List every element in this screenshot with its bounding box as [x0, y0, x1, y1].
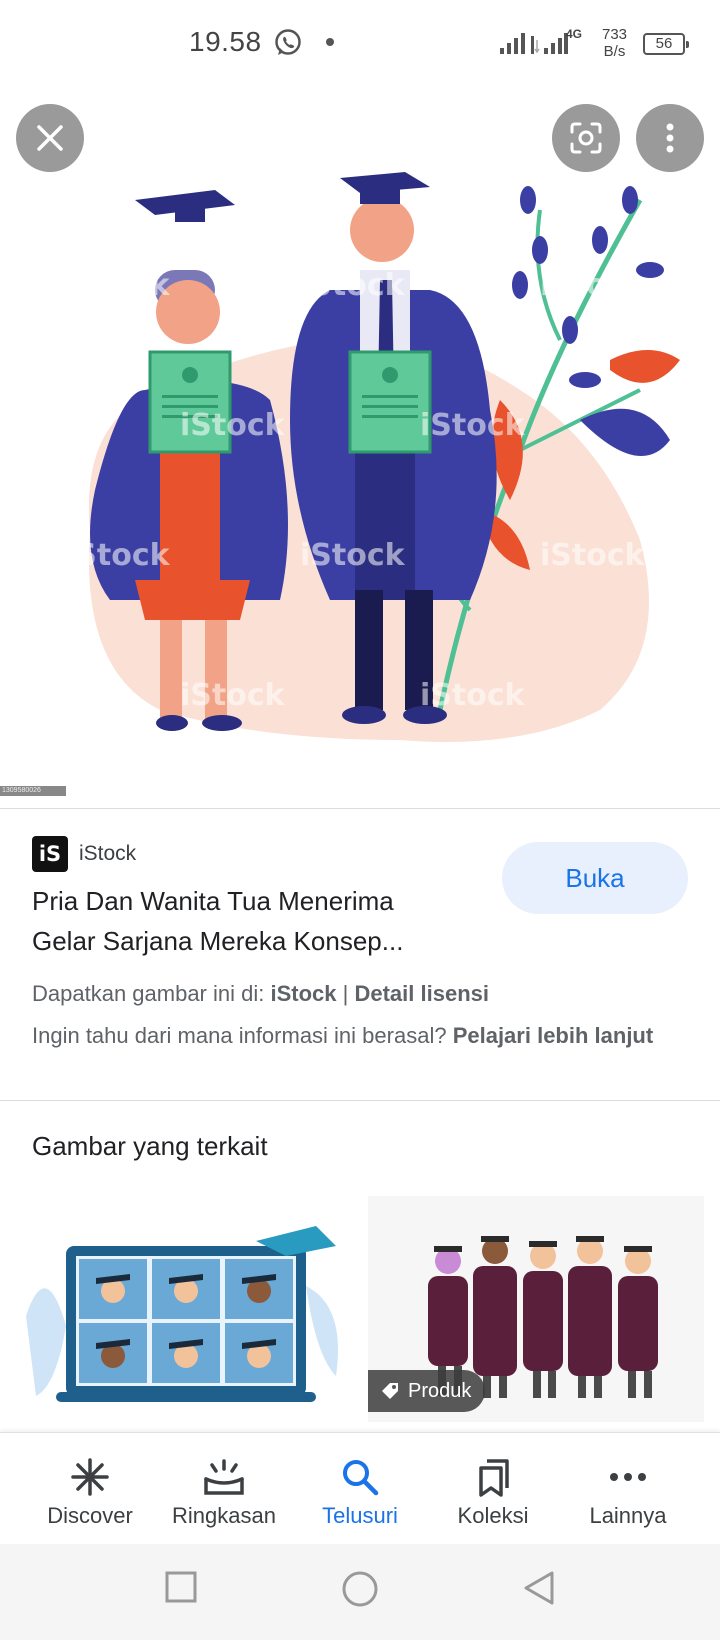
svg-text:iStock: iStock [180, 138, 286, 173]
get-image-prefix: Dapatkan gambar ini di: [32, 981, 265, 1006]
result-title[interactable]: Pria Dan Wanita Tua Menerima Gelar Sarja… [32, 881, 472, 961]
related-heading: Gambar yang terkait [32, 1131, 268, 1161]
nav-label: Discover [47, 1503, 133, 1528]
close-button[interactable] [16, 104, 84, 172]
speed-value: 733 [602, 26, 628, 43]
title-line-2: Gelar Sarjana Mereka Konsep... [32, 926, 404, 956]
related-image-1[interactable] [16, 1196, 352, 1422]
search-icon [340, 1455, 380, 1499]
system-navigation-bar [0, 1544, 720, 1640]
svg-text:iStock: iStock [540, 268, 646, 303]
nav-label: Koleksi [457, 1503, 529, 1528]
nav-lainnya[interactable]: Lainnya [556, 1433, 700, 1545]
lens-button[interactable] [552, 104, 620, 172]
collections-icon [473, 1455, 513, 1499]
asterisk-icon [70, 1455, 110, 1499]
square-icon [165, 1571, 197, 1603]
circle-icon [342, 1571, 378, 1607]
status-bar: 19.58 4G 733 B/s 56 [0, 0, 720, 90]
open-button[interactable]: Buka [502, 842, 688, 914]
graduates-illustration: iStock iStock iStock iStock iStock iStock iS… [0, 90, 720, 802]
nav-koleksi[interactable]: Koleksi [421, 1433, 565, 1545]
svg-text:iStock: iStock [300, 538, 406, 573]
lens-icon [570, 122, 602, 154]
image-id: 1309580026 [0, 786, 66, 796]
product-badge: Produk [368, 1370, 486, 1412]
nav-telusuri[interactable]: Telusuri [288, 1433, 432, 1545]
svg-text:iStock: iStock [180, 678, 286, 713]
snapshot-icon [203, 1455, 245, 1499]
back-button[interactable] [522, 1570, 556, 1611]
nav-discover[interactable]: Discover [18, 1433, 162, 1545]
svg-text:iStock: iStock [420, 678, 526, 713]
info-source-line: Ingin tahu dari mana informasi ini beras… [32, 1019, 692, 1052]
battery-level: 56 [655, 35, 673, 52]
signal-icon [500, 30, 568, 61]
nav-label: Ringkasan [172, 1503, 276, 1528]
svg-text:iStock: iStock [300, 268, 406, 303]
divider [0, 1100, 720, 1101]
source-logo: iS [32, 836, 68, 872]
online-graduation-thumbnail [16, 1196, 352, 1422]
tag-icon [382, 1383, 398, 1399]
recents-button[interactable] [164, 1570, 198, 1609]
home-button[interactable] [341, 1570, 379, 1613]
get-image-source-link[interactable]: iStock [270, 981, 336, 1006]
info-question: Ingin tahu dari mana informasi ini beras… [32, 1023, 447, 1048]
source-name: iStock [79, 842, 137, 865]
divider [0, 808, 720, 809]
svg-text:iStock: iStock [65, 268, 171, 303]
title-line-1: Pria Dan Wanita Tua Menerima [32, 886, 394, 916]
product-badge-label: Produk [408, 1379, 472, 1402]
bottom-navigation: Discover Ringkasan Telusuri Koleksi Lain… [0, 1432, 720, 1544]
notification-dot [326, 38, 334, 46]
more-vert-icon [666, 123, 674, 153]
svg-text:iStock: iStock [420, 138, 526, 173]
get-image-line: Dapatkan gambar ini di: iStock | Detail … [32, 978, 692, 1010]
more-options-button[interactable] [636, 104, 704, 172]
nav-label: Telusuri [322, 1503, 398, 1528]
network-type: 4G [566, 27, 583, 41]
separator: | [342, 981, 349, 1006]
whatsapp-icon [273, 28, 303, 63]
svg-text:iStock: iStock [540, 538, 646, 573]
svg-text:iStock: iStock [180, 408, 286, 443]
svg-text:iStock: iStock [65, 538, 171, 573]
more-horiz-icon [608, 1455, 648, 1499]
speed-unit: B/s [603, 43, 626, 60]
triangle-back-icon [524, 1571, 554, 1605]
source-row[interactable]: iS iStock [32, 836, 136, 872]
svg-text:iStock: iStock [420, 408, 526, 443]
close-icon [37, 125, 63, 151]
license-details-link[interactable]: Detail lisensi [354, 981, 489, 1006]
data-speed: 733 B/s [602, 26, 627, 60]
battery-icon: 56 [643, 33, 689, 55]
nav-label: Lainnya [589, 1503, 667, 1528]
clock: 19.58 [189, 26, 262, 57]
nav-ringkasan[interactable]: Ringkasan [152, 1433, 296, 1545]
image-viewer[interactable]: iStock iStock iStock iStock iStock iStock iS… [0, 90, 720, 802]
learn-more-link[interactable]: Pelajari lebih lanjut [453, 1023, 654, 1048]
